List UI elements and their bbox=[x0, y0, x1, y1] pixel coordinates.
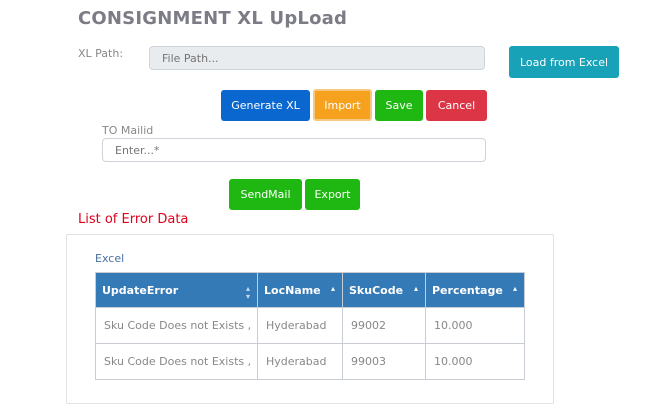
load-from-excel-button[interactable]: Load from Excel bbox=[509, 46, 619, 78]
table-row[interactable]: Sku Code Does not Exists , Hyderabad 990… bbox=[95, 307, 525, 344]
save-button[interactable]: Save bbox=[375, 90, 423, 121]
sort-asc-icon: ▴ bbox=[413, 284, 418, 293]
table-row[interactable]: Sku Code Does not Exists , Hyderabad 990… bbox=[95, 343, 525, 380]
cell-skucode: 99002 bbox=[342, 307, 426, 344]
sendmail-button[interactable]: SendMail bbox=[229, 179, 302, 210]
import-button[interactable]: Import bbox=[313, 89, 372, 121]
cell-locname: Hyderabad bbox=[257, 343, 343, 380]
sort-asc-icon: ▴ bbox=[330, 284, 335, 293]
page-title: CONSIGNMENT XL UpLoad bbox=[78, 8, 348, 29]
cell-percentage: 10.000 bbox=[425, 307, 525, 344]
to-mail-label: TO Mailid bbox=[102, 124, 154, 137]
cell-percentage: 10.000 bbox=[425, 343, 525, 380]
cell-skucode: 99003 bbox=[342, 343, 426, 380]
column-header-percentage[interactable]: Percentage ▴ bbox=[425, 272, 525, 308]
xl-path-input[interactable] bbox=[149, 46, 485, 70]
to-mail-input[interactable] bbox=[102, 138, 486, 162]
sort-asc-icon: ▴ bbox=[512, 284, 517, 293]
export-button[interactable]: Export bbox=[305, 179, 360, 210]
cell-updateerror: Sku Code Does not Exists , bbox=[95, 307, 258, 344]
cell-updateerror: Sku Code Does not Exists , bbox=[95, 343, 258, 380]
sort-icon: ▴ ▾ bbox=[245, 284, 250, 301]
cell-locname: Hyderabad bbox=[257, 307, 343, 344]
cancel-button[interactable]: Cancel bbox=[426, 90, 487, 121]
error-table: UpdateError ▴ ▾ LocName ▴ SkuCode ▴ Perce… bbox=[95, 272, 525, 380]
error-list-title: List of Error Data bbox=[78, 212, 189, 227]
column-header-updateerror[interactable]: UpdateError ▴ ▾ bbox=[95, 272, 258, 308]
generate-xl-button[interactable]: Generate XL bbox=[221, 90, 310, 121]
xl-path-label: XL Path: bbox=[78, 47, 124, 60]
column-header-locname[interactable]: LocName ▴ bbox=[257, 272, 343, 308]
excel-link[interactable]: Excel bbox=[95, 252, 124, 265]
column-header-skucode[interactable]: SkuCode ▴ bbox=[342, 272, 426, 308]
